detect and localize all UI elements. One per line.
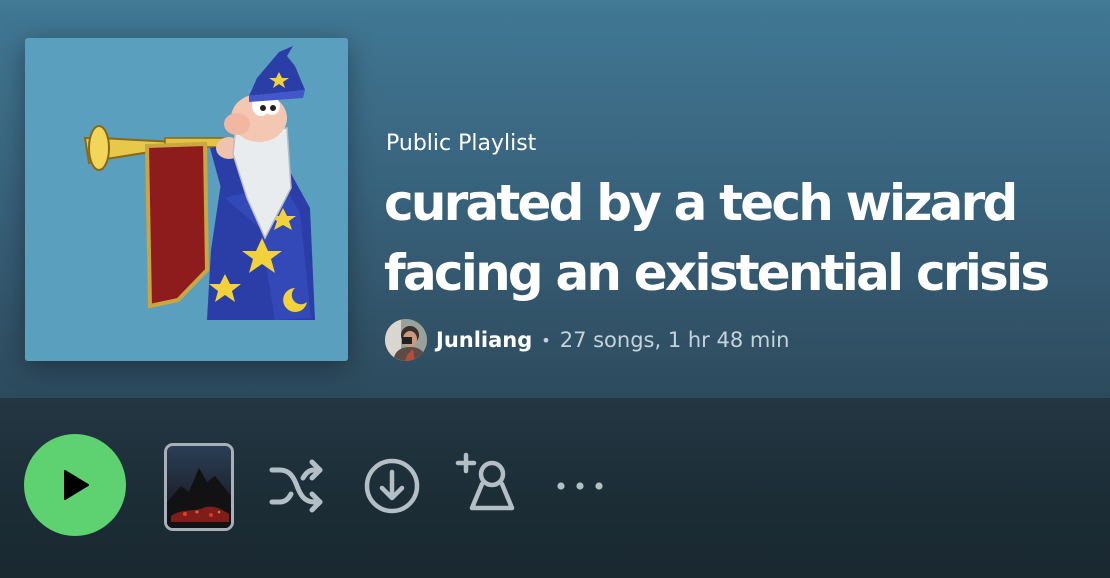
playlist-cover[interactable] [25,38,348,361]
playlist-stats: 27 songs, 1 hr 48 min [559,328,790,352]
meta-separator: • [541,330,551,350]
owner-name[interactable]: Junliang [436,328,532,352]
playlist-meta: Junliang • 27 songs, 1 hr 48 min [385,318,789,362]
shuffle-icon [269,459,323,513]
avatar-image [385,319,427,361]
download-circle-icon [364,458,420,514]
cover-thumbnail-image [167,446,231,528]
playlist-cover-thumbnail[interactable] [164,443,234,531]
add-collaborator-button[interactable] [454,452,518,514]
shuffle-button[interactable] [266,458,328,514]
play-button[interactable] [24,434,126,536]
playlist-title: curated by a tech wizard facing an exist… [384,174,1050,302]
more-options-icon [557,482,603,490]
play-icon [64,470,89,500]
wizard-art [25,38,348,361]
more-options-button[interactable] [554,472,606,500]
owner-avatar[interactable] [385,319,427,361]
add-user-icon [455,452,515,511]
download-button[interactable] [362,456,422,516]
playlist-type-label: Public Playlist [386,131,537,156]
